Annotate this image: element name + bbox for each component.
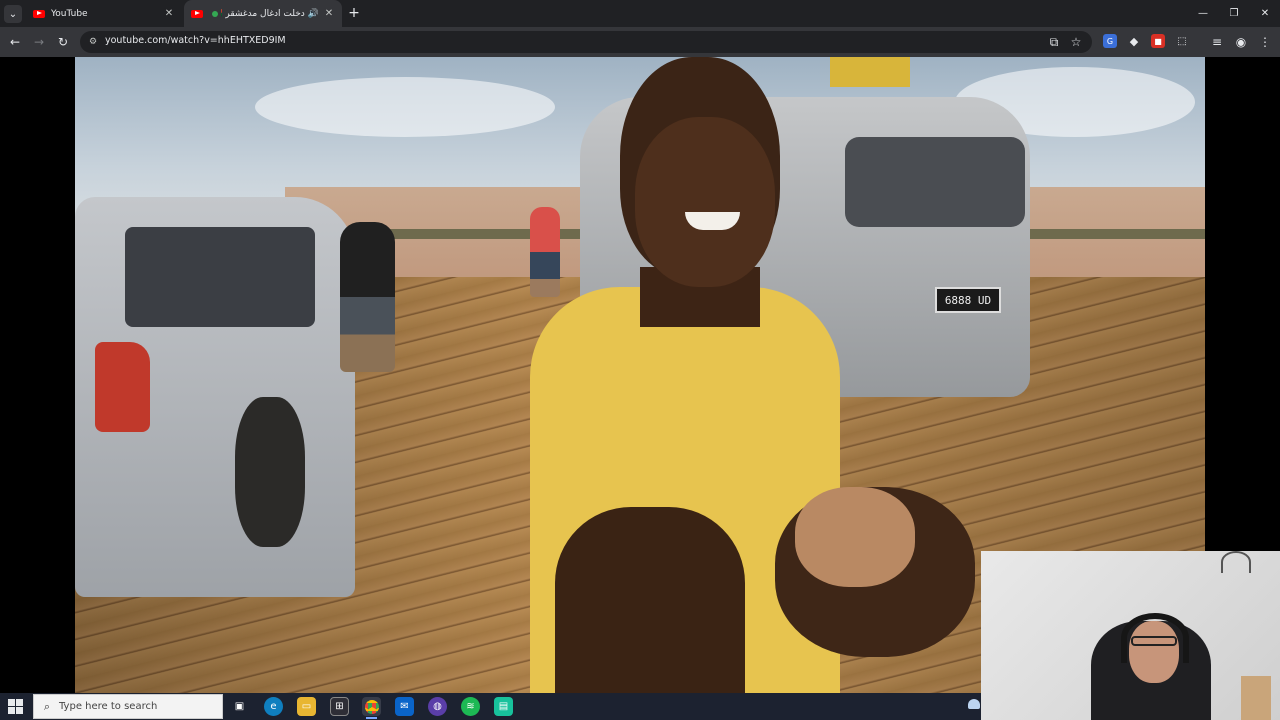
bookmark-star-icon[interactable]: ☆ <box>1067 33 1085 51</box>
back-button[interactable]: ← <box>6 33 24 51</box>
browser-toolbar: ← → ↻ ⚙ youtube.com/watch?v=hhEHTXED9IM … <box>0 27 1280 57</box>
address-bar[interactable]: ⚙ youtube.com/watch?v=hhEHTXED9IM ⧉ ☆ <box>80 31 1092 53</box>
chrome-icon[interactable] <box>362 697 381 719</box>
forward-button[interactable]: → <box>30 33 48 51</box>
webcam-overlay <box>981 551 1280 720</box>
recording-indicator-icon <box>212 10 218 17</box>
taskbar-search-box[interactable]: ⌕ Type here to search <box>33 694 223 719</box>
minimize-button[interactable]: — <box>1188 0 1218 27</box>
tab-title: YouTube <box>51 8 88 19</box>
webcam-headset <box>1121 613 1189 663</box>
profile-icon[interactable]: ◉ <box>1232 33 1250 51</box>
menu-kebab-icon[interactable]: ⋮ <box>1256 33 1274 51</box>
video-suv-window <box>125 227 315 327</box>
terminal-icon[interactable]: ▤ <box>494 697 513 716</box>
browser-tab-strip: ⌄ YouTube ✕ دخلت أدغال مدغشقر 🇲🇬 🔊 ✕ + —… <box>0 0 1280 27</box>
task-view-icon[interactable]: ▣ <box>230 697 249 716</box>
url-text[interactable]: youtube.com/watch?v=hhEHTXED9IM <box>105 35 286 46</box>
diamond-extension-icon[interactable]: ◆ <box>1127 34 1141 48</box>
screen: ⌄ YouTube ✕ دخلت أدغال مدغشقر 🇲🇬 🔊 ✕ + —… <box>0 0 1280 720</box>
video-bystander <box>340 222 395 372</box>
translate-extension-icon[interactable]: G <box>1103 34 1117 48</box>
tab-youtube[interactable]: YouTube ✕ <box>26 0 182 27</box>
video-man-face <box>635 117 775 287</box>
video-roof-cargo <box>830 57 910 87</box>
site-info-icon[interactable]: ⚙ <box>86 35 100 49</box>
new-tab-button[interactable]: + <box>346 5 362 21</box>
windows-taskbar: ⌕ Type here to search ▣ e ▭ ⊞ ✉ ◍ ≋ ▤ <box>0 693 981 720</box>
store-icon[interactable]: ⊞ <box>330 697 349 716</box>
video-license-plate: 6888 UD <box>935 287 1001 313</box>
red-extension-icon[interactable]: ■ <box>1151 34 1165 48</box>
webcam-lamp <box>1221 551 1251 573</box>
maximize-button[interactable]: ❐ <box>1219 0 1249 27</box>
search-icon: ⌕ <box>43 699 51 713</box>
video-handshake-light-hand <box>795 487 915 587</box>
edge-icon[interactable]: e <box>264 697 283 716</box>
youtube-favicon-icon <box>191 9 203 18</box>
reload-button[interactable]: ↻ <box>54 33 72 51</box>
video-cloud <box>255 77 555 137</box>
tab-close-button[interactable]: ✕ <box>162 7 176 21</box>
youtube-favicon-icon <box>33 9 45 18</box>
onedrive-cloud-icon[interactable] <box>968 699 980 709</box>
video-bystander <box>530 207 560 297</box>
install-app-icon[interactable]: ⧉ <box>1045 33 1063 51</box>
video-suv-taillight <box>95 342 150 432</box>
windows-start-icon[interactable] <box>8 699 23 714</box>
tab-video[interactable]: دخلت أدغال مدغشقر 🇲🇬 🔊 ✕ <box>184 0 342 27</box>
tab-close-button[interactable]: ✕ <box>322 7 336 21</box>
video-van-rear-window <box>845 137 1025 227</box>
extensions-puzzle-icon[interactable]: ⬚ <box>1175 34 1189 48</box>
video-suv-wheel <box>235 397 305 547</box>
chevron-down-icon: ⌄ <box>8 8 18 20</box>
video-man-arm <box>555 507 745 693</box>
outlook-icon[interactable]: ✉ <box>395 697 414 716</box>
file-explorer-icon[interactable]: ▭ <box>297 697 316 716</box>
webcam-shelf <box>1241 676 1271 720</box>
taskbar-search-placeholder: Type here to search <box>59 701 158 712</box>
media-controls-icon[interactable]: ≡ <box>1208 33 1226 51</box>
spotify-icon[interactable]: ≋ <box>461 697 480 716</box>
game-bar-icon[interactable]: ◍ <box>428 697 447 716</box>
speaker-icon[interactable]: 🔊 <box>308 9 319 19</box>
tab-title: دخلت أدغال مدغشقر 🇲🇬 <box>221 8 305 19</box>
close-window-button[interactable]: ✕ <box>1250 0 1280 27</box>
tab-search-button[interactable]: ⌄ <box>4 5 22 23</box>
